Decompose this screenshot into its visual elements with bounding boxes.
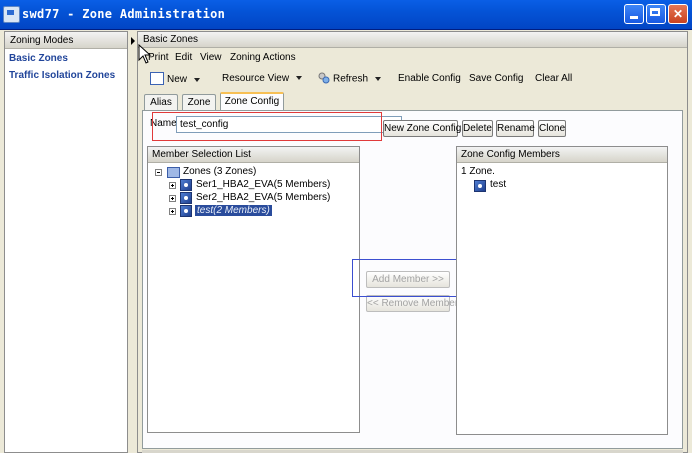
zone-node-ser1[interactable]: Ser1_HBA2_EVA(5 Members)	[196, 179, 330, 190]
expand-icon[interactable]	[169, 208, 176, 215]
clone-button[interactable]: Clone	[538, 120, 566, 137]
add-member-button[interactable]: Add Member >>	[366, 271, 450, 288]
remove-member-button[interactable]: << Remove Member	[366, 295, 458, 312]
delete-button[interactable]: Delete	[462, 120, 493, 137]
pane-splitter[interactable]	[129, 31, 135, 453]
zones-folder-icon	[167, 167, 180, 178]
zone-config-members-panel: Zone Config Members 1 Zone. test	[456, 146, 668, 435]
zone-icon	[180, 192, 192, 204]
zone-icon	[474, 180, 486, 192]
zone-node-test-selected[interactable]: test(2 Members)	[195, 205, 272, 216]
resource-view-button[interactable]: Resource View	[222, 73, 303, 84]
config-member-test[interactable]: test	[490, 179, 506, 190]
refresh-icon	[318, 72, 330, 84]
menu-bar: Print Edit View Zoning Actions	[138, 49, 687, 68]
member-selection-header: Member Selection List	[148, 147, 359, 163]
nav-traffic-isolation-zones[interactable]: Traffic Isolation Zones	[5, 68, 127, 85]
menu-edit[interactable]: Edit	[175, 52, 192, 63]
tab-zone[interactable]: Zone	[182, 94, 216, 110]
refresh-button[interactable]: Refresh	[318, 72, 382, 85]
expand-icon[interactable]	[169, 182, 176, 189]
dropdown-caret-icon	[194, 77, 201, 82]
zoning-modes-header: Zoning Modes	[5, 32, 127, 49]
close-icon: ✕	[672, 7, 684, 21]
member-count: 1 Zone.	[461, 166, 495, 177]
app-icon	[3, 6, 20, 23]
toolbar: New Resource View Refresh Enable Config …	[138, 69, 687, 91]
zone-icon	[180, 205, 192, 217]
zone-icon	[180, 179, 192, 191]
name-label: Name	[150, 118, 177, 129]
menu-zoning-actions[interactable]: Zoning Actions	[230, 52, 296, 63]
new-icon	[150, 72, 164, 85]
collapse-arrow-icon[interactable]	[131, 37, 135, 45]
expand-icon[interactable]	[169, 195, 176, 202]
maximize-icon	[650, 8, 660, 16]
close-button[interactable]: ✕	[668, 4, 688, 24]
mouse-cursor-icon	[138, 44, 152, 64]
dropdown-caret-icon	[375, 77, 382, 81]
window-title: swd77 - Zone Administration	[22, 7, 226, 21]
new-zone-config-button[interactable]: New Zone Config	[383, 120, 461, 137]
tab-alias[interactable]: Alias	[144, 94, 178, 110]
enable-config-button[interactable]: Enable Config	[398, 73, 461, 84]
title-bar[interactable]: swd77 - Zone Administration ✕	[0, 0, 692, 30]
basic-zones-pane: Basic Zones Print Edit View Zoning Actio…	[137, 31, 688, 453]
collapse-icon[interactable]	[155, 169, 162, 176]
zone-config-name-select[interactable]: test_config	[176, 116, 402, 133]
zone-config-members-header: Zone Config Members	[457, 147, 667, 163]
nav-basic-zones[interactable]: Basic Zones	[5, 49, 127, 68]
member-selection-panel: Member Selection List Zones (3 Zones) Se…	[147, 146, 360, 433]
zone-config-name-value: test_config	[180, 119, 229, 130]
rename-button[interactable]: Rename	[496, 120, 535, 137]
minimize-button[interactable]	[624, 4, 644, 24]
save-config-button[interactable]: Save Config	[469, 73, 523, 84]
basic-zones-header: Basic Zones	[138, 32, 687, 48]
dropdown-caret-icon	[296, 76, 303, 81]
zoning-modes-pane: Zoning Modes Basic Zones Traffic Isolati…	[4, 31, 128, 453]
zone-node-ser2[interactable]: Ser2_HBA2_EVA(5 Members)	[196, 192, 330, 203]
menu-view[interactable]: View	[200, 52, 222, 63]
maximize-button[interactable]	[646, 4, 666, 24]
zones-root-node[interactable]: Zones (3 Zones)	[183, 166, 256, 177]
new-button[interactable]: New	[150, 72, 201, 86]
tab-zone-config[interactable]: Zone Config	[220, 92, 284, 110]
minimize-icon	[630, 16, 638, 19]
clear-all-button[interactable]: Clear All	[535, 73, 572, 84]
